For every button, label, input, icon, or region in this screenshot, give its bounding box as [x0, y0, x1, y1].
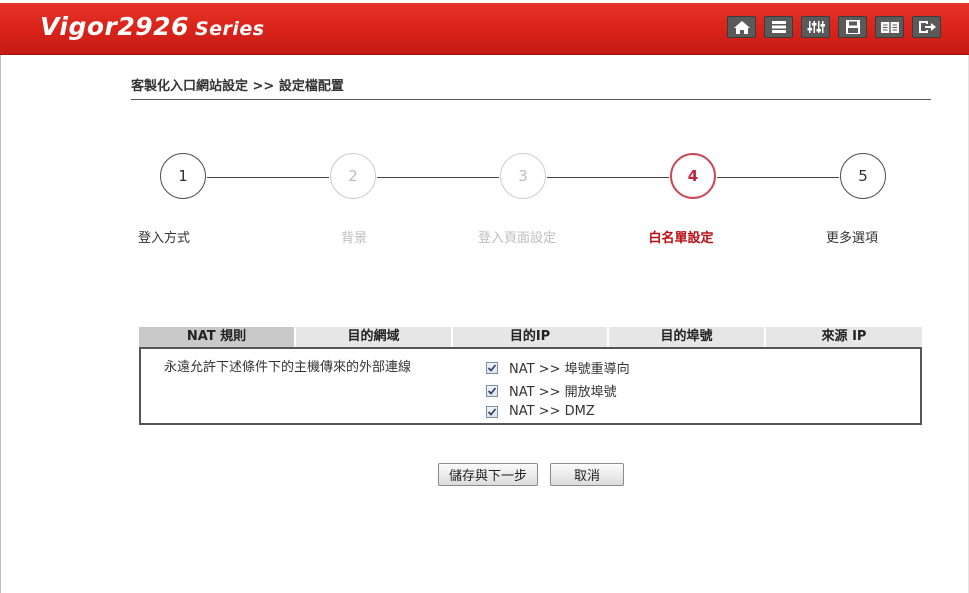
tab-source-ip[interactable]: 來源 IP [766, 327, 922, 347]
step-3-label: 登入頁面設定 [477, 231, 556, 246]
step-1-label: 登入方式 [137, 231, 190, 246]
frame-left-border [0, 55, 1, 593]
breadcrumb: 客製化入口網站設定 >> 設定檔配置 [131, 79, 344, 94]
save-icon[interactable] [838, 16, 867, 38]
logout-icon[interactable] [912, 16, 941, 38]
step-3-circle[interactable]: 3 [500, 153, 546, 199]
tab-destination-port[interactable]: 目的埠號 [609, 327, 766, 347]
tab-nat-rules[interactable]: NAT 規則 [139, 327, 296, 347]
brand-series: Series [194, 18, 265, 40]
dmz-label: NAT >> DMZ [509, 404, 595, 419]
option-open-ports: NAT >> 開放埠號 [486, 381, 617, 400]
step-5-circle[interactable]: 5 [840, 153, 886, 199]
step-connector [547, 177, 669, 178]
top-header-bar: Vigor2926 Series [0, 0, 969, 55]
save-and-next-button[interactable]: 儲存與下一步 [438, 463, 538, 486]
step-2-circle[interactable]: 2 [330, 153, 376, 199]
step-1-circle[interactable]: 1 [160, 153, 206, 199]
step-2-label: 背景 [340, 231, 367, 246]
book-icon[interactable] [875, 16, 904, 38]
table-tab-bar: NAT 規則 目的網域 目的IP 目的埠號 來源 IP [139, 327, 922, 347]
header-top-edge [0, 0, 969, 3]
port-redirection-label: NAT >> 埠號重導向 [509, 362, 630, 377]
step-4-circle[interactable]: 4 [670, 153, 716, 199]
list-icon[interactable] [764, 16, 793, 38]
cancel-button[interactable]: 取消 [550, 463, 624, 486]
brand-model: Vigor2926 [40, 12, 189, 41]
option-dmz: NAT >> DMZ [486, 404, 595, 419]
tab-destination-ip[interactable]: 目的IP [453, 327, 609, 347]
step-connector [207, 177, 329, 178]
whitelist-table: NAT 規則 目的網域 目的IP 目的埠號 來源 IP 永遠允許下述條件下的主機… [139, 327, 922, 425]
header-toolbar [727, 16, 941, 38]
step-connector [377, 177, 499, 178]
open-ports-label: NAT >> 開放埠號 [509, 385, 617, 400]
tab-destination-domain[interactable]: 目的網域 [296, 327, 453, 347]
nat-description: 永遠允許下述條件下的主機傳來的外部連線 [164, 360, 412, 375]
step-connector [717, 177, 839, 178]
brand-logo: Vigor2926 Series [40, 12, 265, 41]
step-4-label: 白名單設定 [648, 231, 714, 246]
table-body: 永遠允許下述條件下的主機傳來的外部連線 NAT >> 埠號重導向 NAT >> … [139, 347, 922, 425]
home-icon[interactable] [727, 16, 756, 38]
breadcrumb-divider [131, 99, 931, 100]
option-port-redirection: NAT >> 埠號重導向 [486, 358, 630, 377]
dmz-checkbox[interactable] [486, 405, 498, 418]
sliders-icon[interactable] [801, 16, 830, 38]
step-5-label: 更多選項 [825, 231, 878, 246]
open-ports-checkbox[interactable] [486, 384, 498, 397]
port-redirection-checkbox[interactable] [486, 361, 498, 374]
